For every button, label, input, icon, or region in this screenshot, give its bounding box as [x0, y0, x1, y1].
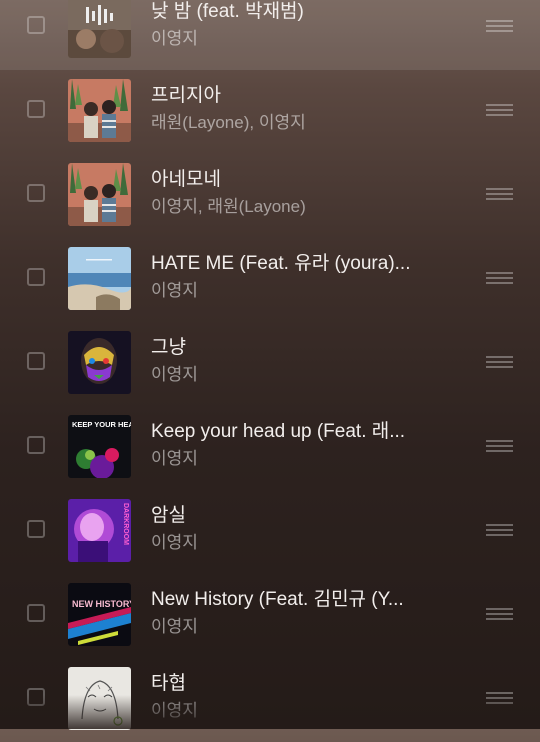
drag-handle-icon[interactable] [486, 188, 513, 200]
album-art-painted-face-image [68, 331, 131, 394]
track-select-checkbox[interactable] [27, 184, 45, 202]
album-art-keep-your-head-up-image: KEEP YOUR HEAD UP [68, 415, 131, 478]
track-artist: 이영지, 래원(Layone) [151, 197, 306, 216]
track-title: 암실 [151, 505, 186, 526]
album-art-sketch-image [68, 667, 131, 730]
track-title: 아네모네 [151, 169, 221, 190]
track-artist: 이영지 [151, 29, 198, 48]
track-select-checkbox[interactable] [27, 352, 45, 370]
drag-handle-icon[interactable] [486, 440, 513, 452]
album-art-anemone [68, 163, 131, 226]
track-artist: 이영지 [151, 281, 198, 300]
drag-handle-icon[interactable] [486, 692, 513, 704]
track-artist: 이영지 [151, 701, 198, 720]
drag-handle-icon[interactable] [486, 608, 513, 620]
playlist-track-list: 낮 밤 (feat. 박재범) 이영지 프리지아 래원(Layone), 이영지… [0, 0, 540, 742]
drag-handle-icon[interactable] [486, 524, 513, 536]
album-art-sketch [68, 667, 131, 730]
track-select-checkbox[interactable] [27, 436, 45, 454]
track-select-checkbox[interactable] [27, 688, 45, 706]
album-art-nat-bam [68, 0, 131, 58]
track-row-amsil[interactable]: DARKROOM 암실 이영지 [0, 490, 540, 574]
track-title: 프리지아 [151, 85, 221, 106]
art-text-darkroom: DARKROOM [122, 503, 129, 545]
track-title: HATE ME (Feat. 유라 (youra)... [151, 253, 411, 274]
album-art-beach-image [68, 247, 131, 310]
album-art-painted-face [68, 331, 131, 394]
album-art-freesia [68, 79, 131, 142]
album-art-darkroom: DARKROOM [68, 499, 131, 562]
track-title: 낮 밤 (feat. 박재범) [151, 1, 304, 22]
track-row-tahyeop[interactable]: 타협 이영지 [0, 658, 540, 742]
album-art-new-history: NEW HISTORY [68, 583, 131, 646]
track-artist: 이영지 [151, 533, 198, 552]
track-title: New History (Feat. 김민규 (Y... [151, 589, 404, 610]
track-title: Keep your head up (Feat. 래... [151, 421, 406, 442]
track-artist: 이영지 [151, 617, 198, 636]
track-row-new-history[interactable]: NEW HISTORY New History (Feat. 김민규 (Y...… [0, 574, 540, 658]
track-select-checkbox[interactable] [27, 268, 45, 286]
drag-handle-icon[interactable] [486, 356, 513, 368]
track-row-geunyang[interactable]: 그냥 이영지 [0, 322, 540, 406]
track-title: 타협 [151, 673, 186, 694]
track-select-checkbox[interactable] [27, 100, 45, 118]
track-row-nat-bam[interactable]: 낮 밤 (feat. 박재범) 이영지 [0, 0, 540, 70]
art-text-new-history: NEW HISTORY [72, 599, 131, 609]
album-art-beach [68, 247, 131, 310]
track-artist: 래원(Layone), 이영지 [151, 113, 306, 132]
track-select-checkbox[interactable] [27, 520, 45, 538]
drag-handle-icon[interactable] [486, 272, 513, 284]
track-row-freesia[interactable]: 프리지아 래원(Layone), 이영지 [0, 70, 540, 154]
track-artist: 이영지 [151, 449, 198, 468]
track-row-hate-me[interactable]: HATE ME (Feat. 유라 (youra)... 이영지 [0, 238, 540, 322]
drag-handle-icon[interactable] [486, 20, 513, 32]
album-art-new-history-image: NEW HISTORY [68, 583, 131, 646]
track-row-anemone[interactable]: 아네모네 이영지, 래원(Layone) [0, 154, 540, 238]
album-art-freesia-image [68, 79, 131, 142]
art-text-keep-your-head-up: KEEP YOUR HEAD UP [72, 420, 131, 429]
drag-handle-icon[interactable] [486, 104, 513, 116]
album-art-nat-bam-image [68, 0, 131, 58]
track-select-checkbox[interactable] [27, 16, 45, 34]
album-art-darkroom-image: DARKROOM [68, 499, 131, 562]
album-art-anemone-image [68, 163, 131, 226]
track-title: 그냥 [151, 337, 186, 358]
track-artist: 이영지 [151, 365, 198, 384]
track-row-keep-your-head-up[interactable]: KEEP YOUR HEAD UP Keep your head up (Fea… [0, 406, 540, 490]
track-select-checkbox[interactable] [27, 604, 45, 622]
album-art-keep-your-head-up: KEEP YOUR HEAD UP [68, 415, 131, 478]
